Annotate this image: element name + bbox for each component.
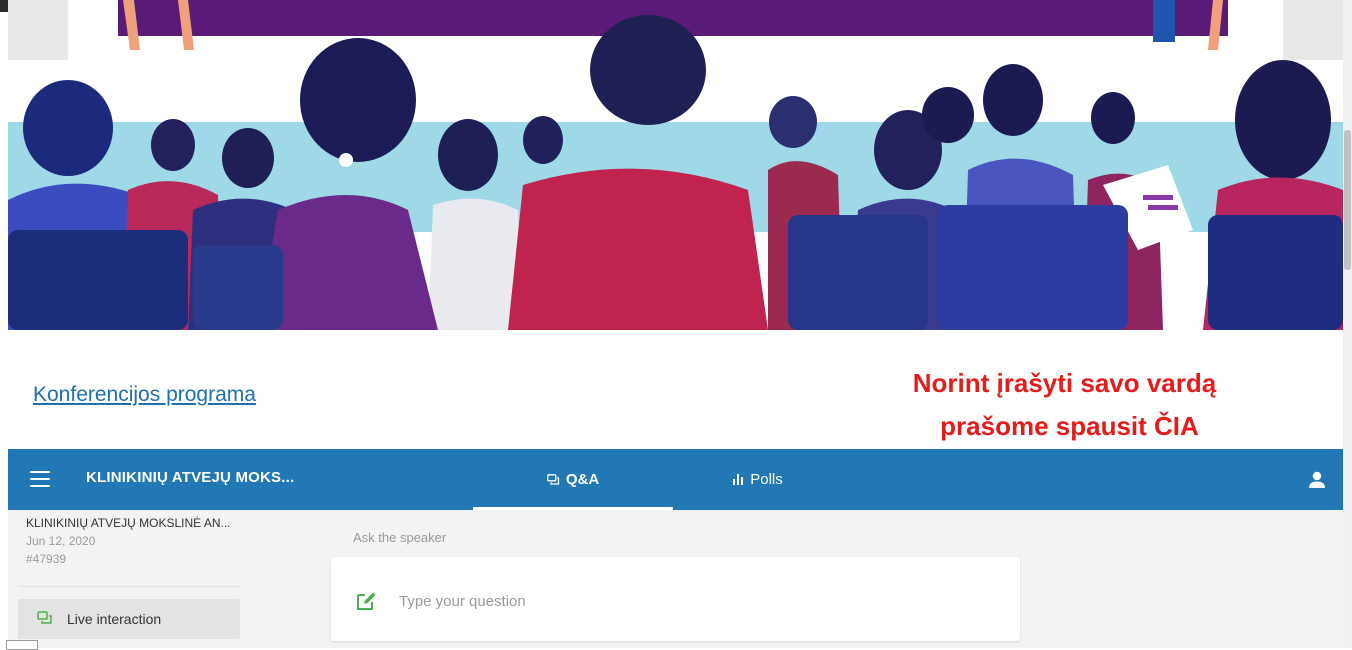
user-profile-button[interactable] [1306, 469, 1328, 491]
edit-icon [357, 592, 376, 610]
sidebar-item-label: Live interaction [67, 611, 162, 627]
annotation-line-2: prašome spausit ČIA [940, 411, 1199, 441]
tab-qa-label: Q&A [565, 471, 600, 488]
tab-polls-label: Polls [750, 471, 783, 488]
sidebar-item-live-interaction[interactable]: Live interaction [18, 599, 240, 639]
sidebar-divider [18, 586, 240, 587]
chat-bubbles-icon [37, 611, 52, 624]
question-input[interactable] [399, 589, 959, 613]
page-scrollbar[interactable] [1343, 0, 1352, 648]
question-input-card[interactable] [331, 557, 1020, 641]
bar-chart-icon [733, 474, 744, 485]
red-annotation-text: Norint įrašyti savo vardą prašome spausi… [862, 362, 1267, 448]
chat-bubbles-icon [546, 473, 559, 485]
conference-program-link[interactable]: Konferencijos programa [33, 383, 256, 407]
hamburger-menu-icon[interactable] [30, 471, 50, 487]
top-app-bar: KLINIKINIŲ ATVEJŲ MOKS... Q&A Polls [8, 449, 1343, 510]
tab-qa[interactable]: Q&A [473, 449, 673, 510]
person-icon [1309, 471, 1325, 488]
tab-polls[interactable]: Polls [673, 449, 843, 510]
ask-the-speaker-label: Ask the speaker [353, 530, 447, 545]
sidebar-event-id: #47939 [26, 552, 67, 566]
sidebar-event-date: Jun 12, 2020 [26, 534, 96, 548]
scrollbar-thumb[interactable] [1344, 130, 1351, 270]
conference-banner-image [8, 0, 1343, 330]
status-tooltip [6, 640, 38, 650]
event-name: KLINIKINIŲ ATVEJŲ MOKS... [86, 469, 295, 486]
annotation-line-1: Norint įrašyti savo vardą [912, 368, 1217, 398]
sidebar-event-title: KLINIKINIŲ ATVEJŲ MOKSLINĖ AN... [26, 516, 231, 530]
